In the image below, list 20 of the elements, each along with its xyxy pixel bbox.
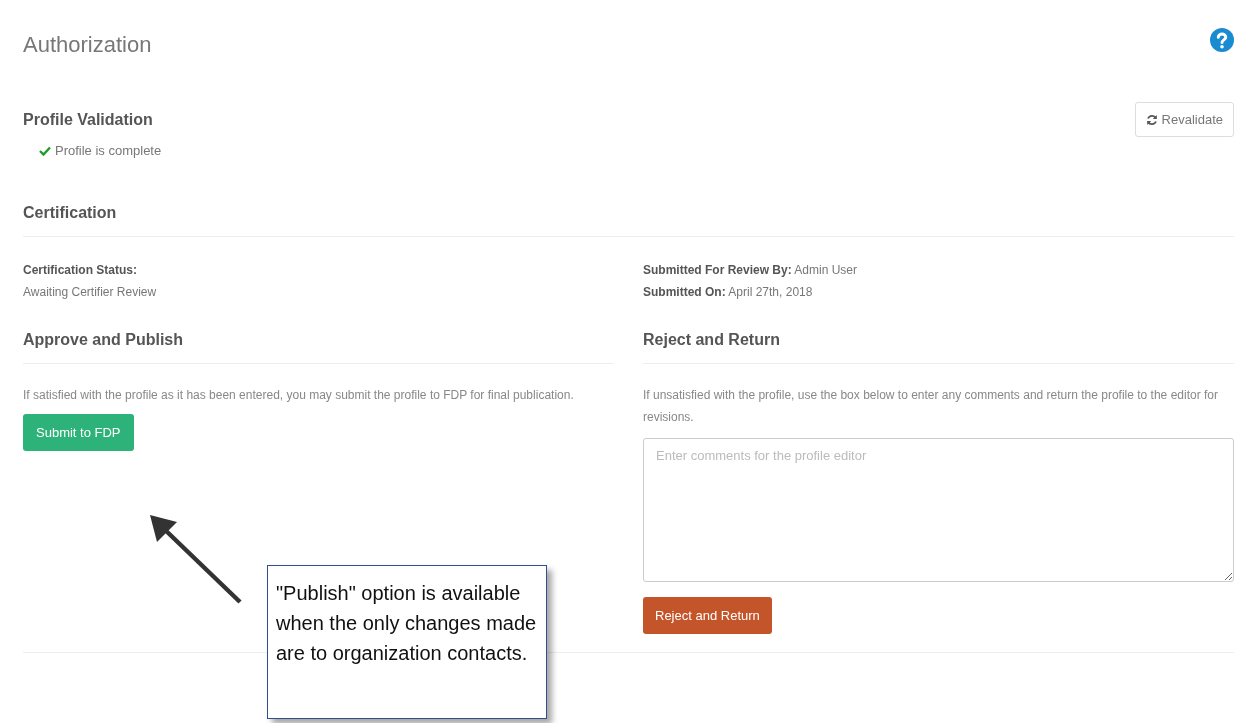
- page-title: Authorization: [23, 32, 152, 58]
- comments-field[interactable]: Enter comments for the profile editor: [643, 438, 1234, 582]
- section-heading: Reject and Return: [643, 331, 781, 349]
- field-value: Awaiting Certifier Review: [23, 284, 158, 301]
- help-icon[interactable]: [1210, 28, 1234, 52]
- check-icon: [39, 145, 51, 156]
- refresh-icon: [1145, 113, 1158, 126]
- description-text: If satisfied with the profile as it has been entered, you may submit the profile to FDP for final publication.: [23, 387, 575, 404]
- description-text: If unsatisfied with the profile, use the box below to enter any comments and return the profile to the editor for revisions.: [643, 387, 1219, 426]
- status-text: Profile is complete: [55, 143, 162, 158]
- section-heading: Certification: [23, 204, 118, 222]
- info-line: Submitted For Review By: Admin User: [643, 262, 859, 279]
- info-line: Submitted On: April 27th, 2018: [643, 284, 814, 301]
- field-label: Certification Status:: [23, 262, 138, 279]
- submit-button[interactable]: Submit to FDP: [23, 414, 134, 451]
- reject-button[interactable]: Reject and Return: [643, 597, 772, 634]
- revalidate-button[interactable]: Revalidate: [1134, 102, 1234, 137]
- callout-note: "Publish" option is available when the only changes made are to organization contacts.: [267, 565, 547, 719]
- section-heading: Profile Validation: [23, 111, 154, 129]
- section-heading: Approve and Publish: [23, 331, 184, 349]
